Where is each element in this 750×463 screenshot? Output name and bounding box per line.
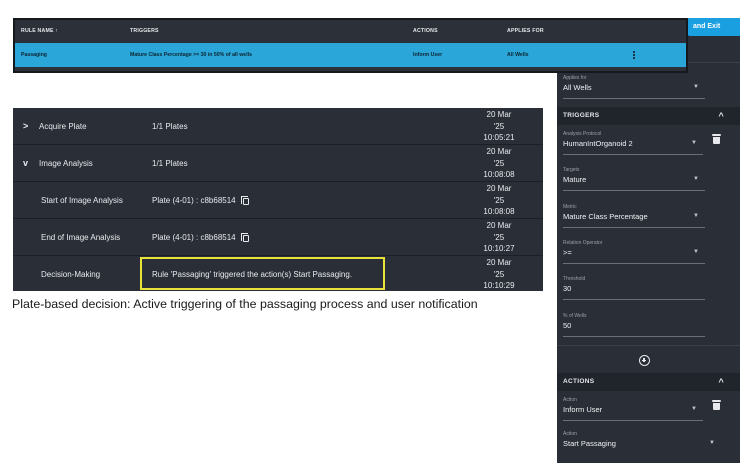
- action-cell: Inform User: [413, 52, 443, 58]
- triggers-section-header[interactable]: TRIGGERS ^: [557, 107, 740, 125]
- actions-section-header[interactable]: ACTIONS ^: [557, 373, 740, 391]
- event-date: 20 Mar: [486, 184, 512, 193]
- chevron-down-icon[interactable]: v: [23, 145, 28, 182]
- event-time: 10:10:29: [483, 281, 515, 290]
- applies-for-label: Applies for: [563, 75, 587, 81]
- rules-table: RULE NAME ↑ TRIGGERS ACTIONS APPLIES FOR…: [13, 18, 688, 73]
- more-options-icon[interactable]: [633, 51, 635, 59]
- event-timestamp: 20 Mar '25 10:08:08: [473, 146, 525, 181]
- screenshot-stage: and Exit Applies for All Wells ▼ TRIGGER…: [0, 0, 750, 463]
- targets-label: Targets: [563, 167, 580, 173]
- relation-operator-select[interactable]: Relation Operator >= ▼: [563, 240, 705, 264]
- event-info: 1/1 Plates: [152, 122, 188, 131]
- analysis-protocol-select[interactable]: Analysis Protocol HumanIntOrganoid 2 ▼: [563, 131, 703, 155]
- event-timestamp: 20 Mar '25 10:05:21: [473, 109, 525, 144]
- event-time: 10:08:08: [483, 207, 515, 216]
- list-item[interactable]: v Image Analysis 1/1 Plates 20 Mar '25 1…: [13, 145, 543, 182]
- event-name: Image Analysis: [39, 159, 93, 168]
- chevron-down-icon: ▼: [691, 406, 697, 412]
- percent-wells-label: % of Wells: [563, 313, 587, 319]
- trigger-cell: Mature Class Percentage >= 30 in 50% of …: [130, 52, 252, 58]
- metric-label: Metric: [563, 204, 577, 210]
- action-select[interactable]: Action Inform User ▼: [563, 397, 703, 421]
- event-year: '25: [493, 232, 505, 242]
- event-date: 20 Mar: [486, 110, 512, 119]
- applies-for-cell: All Wells: [507, 52, 529, 58]
- add-trigger-plus-icon[interactable]: [639, 355, 650, 366]
- chevron-down-icon: ▼: [693, 176, 699, 182]
- action-2-value: Start Passaging: [563, 439, 616, 448]
- rule-settings-panel: and Exit Applies for All Wells ▼ TRIGGER…: [557, 18, 740, 463]
- action-2-label: Action: [563, 431, 577, 437]
- copy-icon[interactable]: [241, 196, 249, 205]
- chevron-up-icon[interactable]: ^: [718, 373, 724, 391]
- rules-table-header: RULE NAME ↑ TRIGGERS ACTIONS APPLIES FOR: [15, 20, 686, 43]
- action-2-select[interactable]: Action Start Passaging ▼: [563, 431, 721, 457]
- percent-wells-input[interactable]: % of Wells 50: [563, 313, 705, 337]
- event-time: 10:08:08: [483, 170, 515, 179]
- threshold-input[interactable]: Threshold 30: [563, 276, 705, 300]
- column-header-triggers: TRIGGERS: [130, 28, 159, 34]
- actions-section-title: ACTIONS: [563, 378, 595, 385]
- column-header-rule-name[interactable]: RULE NAME ↑: [21, 20, 58, 43]
- applies-for-select[interactable]: Applies for All Wells ▼: [563, 75, 705, 99]
- targets-value: Mature: [563, 175, 587, 184]
- chevron-down-icon: ▼: [693, 84, 699, 90]
- column-header-actions: ACTIONS: [413, 28, 438, 34]
- plate-events-table: > Acquire Plate 1/1 Plates 20 Mar '25 10…: [13, 108, 543, 291]
- event-info: Plate (4-01) : c8b68514: [152, 233, 236, 242]
- analysis-protocol-label: Analysis Protocol: [563, 131, 602, 137]
- panel-divider: [557, 345, 740, 346]
- chevron-down-icon: ▼: [693, 213, 699, 219]
- list-item: End of Image Analysis Plate (4-01) : c8b…: [13, 219, 543, 256]
- event-year: '25: [493, 121, 505, 131]
- analysis-protocol-value: HumanIntOrganoid 2: [563, 139, 633, 148]
- relation-operator-value: >=: [563, 248, 572, 257]
- targets-select[interactable]: Targets Mature ▼: [563, 167, 705, 191]
- event-info: Plate (4-01) : c8b68514: [152, 196, 236, 205]
- chevron-down-icon: ▼: [691, 140, 697, 146]
- action-value: Inform User: [563, 405, 603, 414]
- metric-select[interactable]: Metric Mature Class Percentage ▼: [563, 204, 705, 228]
- chevron-up-icon[interactable]: ^: [718, 107, 724, 125]
- list-item: Start of Image Analysis Plate (4-01) : c…: [13, 182, 543, 219]
- event-name: Acquire Plate: [39, 122, 87, 131]
- event-timestamp: 20 Mar '25 10:10:27: [473, 220, 525, 255]
- trash-icon[interactable]: [712, 400, 721, 410]
- event-date: 20 Mar: [486, 258, 512, 267]
- event-time: 10:10:27: [483, 244, 515, 253]
- rule-name-cell: Passaging: [21, 52, 47, 58]
- action-label: Action: [563, 397, 577, 403]
- event-year: '25: [493, 269, 505, 279]
- triggers-section-title: TRIGGERS: [563, 112, 600, 119]
- column-header-applies-for: APPLIES FOR: [507, 28, 544, 34]
- relation-operator-label: Relation Operator: [563, 240, 603, 246]
- event-time: 10:05:21: [483, 133, 515, 142]
- chevron-right-icon[interactable]: >: [23, 108, 28, 145]
- copy-icon[interactable]: [241, 233, 249, 242]
- chevron-down-icon: ▼: [693, 249, 699, 255]
- event-name: Decision-Making: [41, 270, 101, 279]
- percent-wells-value: 50: [563, 321, 572, 330]
- event-date: 20 Mar: [486, 147, 512, 156]
- event-info: 1/1 Plates: [152, 159, 188, 168]
- event-year: '25: [493, 195, 505, 205]
- list-item[interactable]: > Acquire Plate 1/1 Plates 20 Mar '25 10…: [13, 108, 543, 145]
- figure-caption: Plate-based decision: Active triggering …: [12, 297, 478, 311]
- threshold-label: Threshold: [563, 276, 586, 282]
- metric-value: Mature Class Percentage: [563, 212, 648, 221]
- event-name: End of Image Analysis: [41, 233, 121, 242]
- threshold-value: 30: [563, 284, 572, 293]
- decision-highlight-box: [140, 257, 385, 290]
- trash-icon[interactable]: [712, 134, 721, 144]
- event-date: 20 Mar: [486, 221, 512, 230]
- event-year: '25: [493, 158, 505, 168]
- event-timestamp: 20 Mar '25 10:10:29: [473, 257, 525, 292]
- event-name: Start of Image Analysis: [41, 196, 123, 205]
- event-timestamp: 20 Mar '25 10:08:08: [473, 183, 525, 218]
- applies-for-value: All Wells: [563, 83, 592, 92]
- chevron-down-icon: ▼: [709, 440, 715, 446]
- save-and-exit-button[interactable]: and Exit: [687, 18, 740, 36]
- table-row[interactable]: Passaging Mature Class Percentage >= 30 …: [15, 43, 686, 67]
